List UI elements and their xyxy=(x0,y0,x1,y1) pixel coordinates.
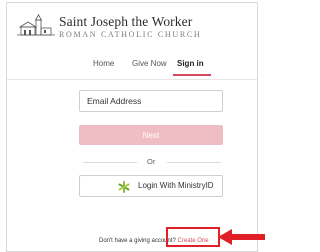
ministryid-login-button[interactable]: Login With MinistryID xyxy=(79,175,223,197)
tab-home[interactable]: Home xyxy=(93,59,114,68)
or-divider-left xyxy=(83,162,137,163)
highlight-box xyxy=(166,227,220,247)
signin-page: Saint Joseph the Worker ROMAN CATHOLIC C… xyxy=(6,2,258,252)
church-building-icon xyxy=(17,14,55,36)
main-nav: Home Give Now Sign in xyxy=(7,59,257,79)
ministryid-label: Login With MinistryID xyxy=(138,181,214,190)
brand-name: Saint Joseph the Worker xyxy=(59,14,193,29)
active-tab-underline xyxy=(173,74,211,76)
tab-sign-in[interactable]: Sign in xyxy=(177,59,204,68)
nav-divider xyxy=(7,79,257,80)
red-arrow-left-icon xyxy=(218,229,265,245)
ministry-asterisk-icon xyxy=(118,181,130,193)
brand-subtitle: ROMAN CATHOLIC CHURCH xyxy=(59,30,202,39)
tab-give-now[interactable]: Give Now xyxy=(132,59,167,68)
next-button[interactable]: Next xyxy=(79,125,223,145)
or-divider-right xyxy=(167,162,221,163)
email-input[interactable] xyxy=(79,90,223,112)
or-label: Or xyxy=(147,157,156,166)
